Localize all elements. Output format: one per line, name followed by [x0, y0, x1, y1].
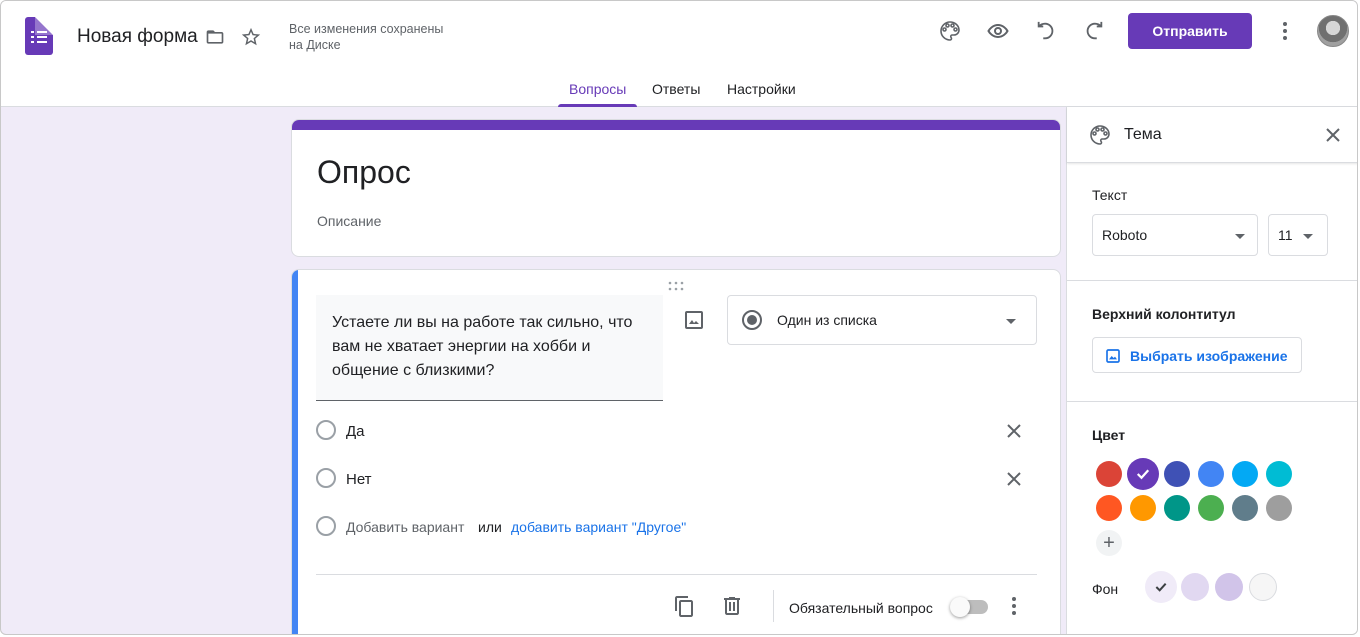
question-type-label: Один из списка — [777, 312, 877, 328]
background-label: Фон — [1092, 581, 1119, 597]
add-option-link[interactable]: Добавить вариант — [346, 519, 464, 535]
color-swatch[interactable] — [1232, 495, 1258, 521]
color-swatch[interactable] — [1198, 461, 1224, 487]
add-other-option-link[interactable]: добавить вариант "Другое" — [511, 519, 686, 535]
form-title-card[interactable]: Опрос Описание — [291, 119, 1061, 257]
app-frame: Новая форма Все изменения сохранены на Д… — [0, 0, 1358, 635]
form-description[interactable]: Описание — [317, 213, 381, 229]
color-swatch[interactable] — [1096, 461, 1122, 487]
save-status: Все изменения сохранены на Диске — [289, 21, 469, 53]
option-row[interactable]: Да — [316, 419, 1028, 443]
divider — [1067, 280, 1357, 281]
choose-image-label: Выбрать изображение — [1130, 348, 1288, 364]
duplicate-icon[interactable] — [672, 594, 696, 618]
remove-option-icon[interactable] — [1002, 467, 1026, 491]
required-label: Обязательный вопрос — [789, 600, 933, 616]
active-question-bar — [292, 270, 298, 634]
theme-panel-title: Тема — [1124, 126, 1162, 143]
save-status-line2: на Диске — [289, 38, 341, 52]
trash-icon[interactable] — [720, 594, 744, 618]
caret-down-icon — [1006, 319, 1016, 324]
forms-logo-icon[interactable] — [25, 17, 53, 55]
remove-option-icon[interactable] — [1002, 419, 1026, 443]
color-swatch[interactable] — [1266, 461, 1292, 487]
divider — [316, 574, 1037, 575]
question-card[interactable]: Устаете ли вы на работе так сильно, что … — [291, 269, 1061, 634]
theme-panel-header: Тема — [1067, 107, 1357, 163]
font-value: Roboto — [1102, 227, 1148, 243]
more-vert-icon[interactable] — [1002, 594, 1026, 618]
font-select[interactable]: Roboto — [1092, 214, 1258, 256]
palette-icon — [1088, 123, 1112, 147]
theme-panel: Тема Текст Roboto 11 Верхний колонтитул … — [1066, 107, 1357, 634]
form-title[interactable]: Опрос — [317, 154, 411, 191]
text-section-label: Текст — [1092, 187, 1128, 203]
background-swatch[interactable] — [1249, 573, 1277, 601]
background-swatch[interactable] — [1215, 573, 1243, 601]
color-swatch[interactable] — [1096, 495, 1122, 521]
option-row[interactable]: Нет — [316, 467, 1028, 491]
question-text-input[interactable]: Устаете ли вы на работе так сильно, что … — [316, 295, 663, 401]
background-swatch-selected[interactable] — [1145, 571, 1177, 603]
drag-handle-icon[interactable] — [668, 278, 684, 291]
radio-icon — [316, 516, 336, 536]
check-icon — [1145, 571, 1177, 603]
color-swatch[interactable] — [1164, 461, 1190, 487]
image-icon — [1105, 348, 1121, 364]
color-swatch[interactable] — [1232, 461, 1258, 487]
tab-settings[interactable]: Настройки — [727, 79, 796, 107]
font-size-value: 11 — [1278, 227, 1293, 243]
color-swatch-selected[interactable] — [1127, 458, 1159, 490]
color-swatch[interactable] — [1198, 495, 1224, 521]
check-icon — [1127, 458, 1159, 490]
tab-bar: Вопросы Ответы Настройки — [1, 79, 1357, 107]
palette-icon[interactable] — [936, 17, 964, 45]
radio-type-icon — [742, 310, 762, 330]
color-swatch[interactable] — [1164, 495, 1190, 521]
tab-responses[interactable]: Ответы — [652, 79, 700, 107]
send-button[interactable]: Отправить — [1128, 13, 1252, 49]
radio-icon — [316, 468, 336, 488]
preview-eye-icon[interactable] — [984, 17, 1012, 45]
accent-bar — [292, 120, 1060, 130]
avatar[interactable] — [1317, 15, 1349, 47]
divider — [1067, 401, 1357, 402]
add-image-icon[interactable] — [682, 308, 706, 332]
star-icon[interactable] — [237, 23, 265, 51]
close-icon[interactable] — [1321, 123, 1345, 147]
option-text[interactable]: Да — [346, 423, 365, 440]
choose-image-button[interactable]: Выбрать изображение — [1092, 337, 1302, 373]
add-or-text: или — [478, 519, 502, 535]
caret-down-icon — [1235, 234, 1245, 239]
top-header: Новая форма Все изменения сохранены на Д… — [1, 1, 1357, 107]
document-title[interactable]: Новая форма — [77, 26, 198, 48]
option-text[interactable]: Нет — [346, 471, 372, 488]
divider — [773, 590, 774, 622]
save-status-line1: Все изменения сохранены — [289, 22, 444, 36]
color-section-label: Цвет — [1092, 427, 1126, 443]
radio-icon — [316, 420, 336, 440]
font-size-select[interactable]: 11 — [1268, 214, 1328, 256]
folder-icon[interactable] — [201, 23, 229, 51]
color-swatch[interactable] — [1266, 495, 1292, 521]
redo-icon[interactable] — [1080, 17, 1108, 45]
background-swatch[interactable] — [1181, 573, 1209, 601]
required-toggle[interactable] — [950, 597, 988, 617]
caret-down-icon — [1303, 234, 1313, 239]
question-type-select[interactable]: Один из списка — [727, 295, 1037, 345]
more-vert-icon[interactable] — [1271, 17, 1299, 45]
add-color-icon[interactable]: + — [1096, 530, 1122, 556]
tab-questions[interactable]: Вопросы — [557, 79, 638, 107]
header-section-label: Верхний колонтитул — [1092, 306, 1236, 322]
color-swatch[interactable] — [1130, 495, 1156, 521]
undo-icon[interactable] — [1032, 17, 1060, 45]
